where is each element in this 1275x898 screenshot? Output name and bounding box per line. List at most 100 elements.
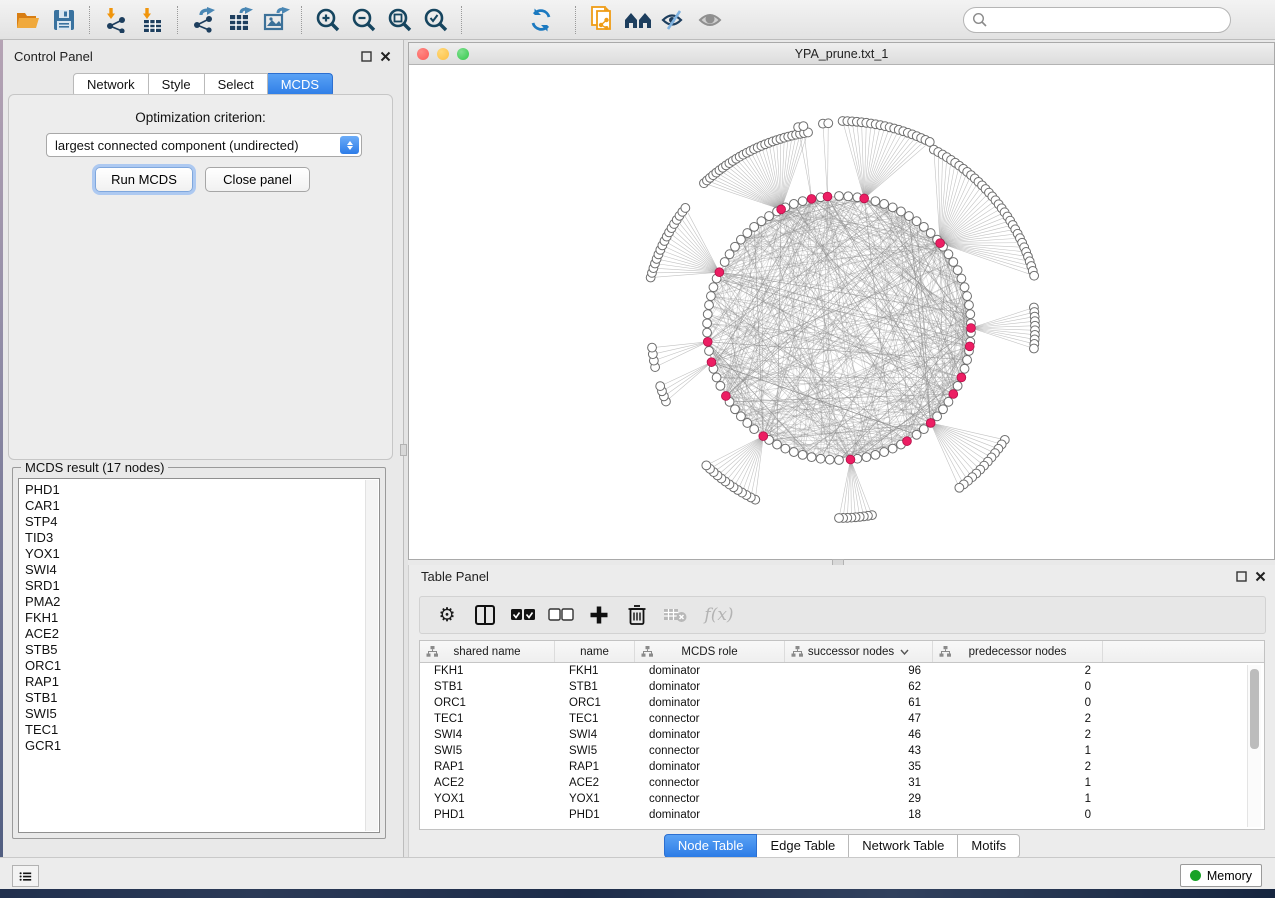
tab-edge-table[interactable]: Edge Table xyxy=(757,834,849,858)
create-column-button[interactable] xyxy=(584,600,614,630)
mcds-result-item[interactable]: YOX1 xyxy=(25,546,379,562)
export-table-icon xyxy=(227,7,254,33)
tab-node-table[interactable]: Node Table xyxy=(664,834,758,858)
table-cell: RAP1 xyxy=(420,759,555,775)
mcds-result-item[interactable]: RAP1 xyxy=(25,674,379,690)
mcds-result-item[interactable]: ACE2 xyxy=(25,626,379,642)
mcds-result-item[interactable]: FKH1 xyxy=(25,610,379,626)
float-panel-button[interactable] xyxy=(360,50,373,63)
table-cell: SWI4 xyxy=(420,727,555,743)
export-table-button[interactable] xyxy=(222,3,258,37)
refresh-icon xyxy=(528,7,554,33)
mcds-list-scrollbar[interactable] xyxy=(365,480,378,831)
zoom-fit-button[interactable] xyxy=(382,3,418,37)
table-cell xyxy=(1103,807,1264,823)
network-canvas[interactable] xyxy=(409,65,1274,559)
mcds-result-item[interactable]: SWI5 xyxy=(25,706,379,722)
tab-motifs[interactable]: Motifs xyxy=(958,834,1020,858)
table-cell: 31 xyxy=(785,775,933,791)
network-from-selection-button[interactable] xyxy=(584,3,620,37)
mcds-result-item[interactable]: GCR1 xyxy=(25,738,379,754)
delete-table-button[interactable] xyxy=(660,600,690,630)
zoom-selected-button[interactable] xyxy=(418,3,454,37)
hide-selected-button[interactable] xyxy=(656,3,692,37)
mcds-result-item[interactable]: SRD1 xyxy=(25,578,379,594)
apply-layout-button[interactable] xyxy=(523,3,559,37)
mcds-result-item[interactable]: SWI4 xyxy=(25,562,379,578)
table-cell: 0 xyxy=(933,695,1103,711)
table-settings-button[interactable]: ⚙ xyxy=(432,600,462,630)
export-image-button[interactable] xyxy=(258,3,294,37)
table-row[interactable]: YOX1YOX1connector291 xyxy=(420,791,1264,807)
network-window-titlebar[interactable]: YPA_prune.txt_1 xyxy=(409,43,1274,65)
table-cell: connector xyxy=(635,791,785,807)
mcds-result-item[interactable]: STP4 xyxy=(25,514,379,530)
select-all-columns-button[interactable] xyxy=(508,600,538,630)
folder-open-icon xyxy=(15,8,41,32)
criterion-dropdown[interactable]: largest connected component (undirected) xyxy=(46,133,362,157)
run-mcds-button[interactable]: Run MCDS xyxy=(95,167,193,192)
memory-button[interactable]: Memory xyxy=(1180,864,1262,887)
tab-network-table[interactable]: Network Table xyxy=(849,834,958,858)
table-cell: 1 xyxy=(933,791,1103,807)
vertical-splitter-handle[interactable] xyxy=(400,444,407,456)
mcds-result-item[interactable]: PMA2 xyxy=(25,594,379,610)
table-row[interactable]: ACE2ACE2connector311 xyxy=(420,775,1264,791)
table-scrollbar[interactable] xyxy=(1247,665,1261,827)
column-type-icon xyxy=(939,645,952,658)
column-header-shared-name[interactable]: shared name xyxy=(420,641,555,662)
show-columns-button[interactable] xyxy=(470,600,500,630)
search-input[interactable] xyxy=(963,7,1231,33)
table-cell: dominator xyxy=(635,663,785,679)
table-row[interactable]: PHD1PHD1dominator180 xyxy=(420,807,1264,823)
import-network-button[interactable] xyxy=(98,3,134,37)
export-network-button[interactable] xyxy=(186,3,222,37)
mcds-result-item[interactable]: TEC1 xyxy=(25,722,379,738)
delete-table-icon xyxy=(663,606,687,624)
eye-icon xyxy=(697,8,723,32)
table-cell: PHD1 xyxy=(420,807,555,823)
table-row[interactable]: SWI5SWI5connector431 xyxy=(420,743,1264,759)
show-all-button[interactable] xyxy=(692,3,728,37)
mcds-panel-body: Optimization criterion: largest connecte… xyxy=(8,94,393,460)
table-scrollbar-thumb[interactable] xyxy=(1250,669,1259,749)
close-table-panel-button[interactable] xyxy=(1254,570,1267,583)
mcds-result-item[interactable]: TID3 xyxy=(25,530,379,546)
list-icon xyxy=(19,870,32,883)
column-header-predecessor-nodes[interactable]: predecessor nodes xyxy=(933,641,1103,662)
close-panel-x-button[interactable] xyxy=(379,50,392,63)
delete-column-button[interactable] xyxy=(622,600,652,630)
mcds-result-item[interactable]: STB1 xyxy=(25,690,379,706)
column-header-mcds-role[interactable]: MCDS role xyxy=(635,641,785,662)
open-file-button[interactable] xyxy=(10,3,46,37)
function-builder-button[interactable]: f(x) xyxy=(698,600,740,630)
table-row[interactable]: FKH1FKH1dominator962 xyxy=(420,663,1264,679)
table-row[interactable]: STB1STB1dominator620 xyxy=(420,679,1264,695)
mcds-result-item[interactable]: ORC1 xyxy=(25,658,379,674)
table-row[interactable]: TEC1TEC1connector472 xyxy=(420,711,1264,727)
close-panel-button[interactable]: Close panel xyxy=(205,167,310,192)
gear-icon: ⚙ xyxy=(438,606,455,625)
import-table-button[interactable] xyxy=(134,3,170,37)
deselect-all-columns-button[interactable] xyxy=(546,600,576,630)
table-row[interactable]: SWI4SWI4dominator462 xyxy=(420,727,1264,743)
show-panels-list-button[interactable] xyxy=(12,865,39,887)
mcds-result-item[interactable]: CAR1 xyxy=(25,498,379,514)
column-header-name[interactable]: name xyxy=(555,641,635,662)
table-cell: PHD1 xyxy=(555,807,635,823)
table-cell: STB1 xyxy=(555,679,635,695)
save-session-button[interactable] xyxy=(46,3,82,37)
float-table-panel-button[interactable] xyxy=(1235,570,1248,583)
mcds-result-item[interactable]: STB5 xyxy=(25,642,379,658)
zoom-in-button[interactable] xyxy=(310,3,346,37)
column-header-successor-nodes[interactable]: successor nodes xyxy=(785,641,933,662)
first-neighbors-button[interactable] xyxy=(620,3,656,37)
table-row[interactable]: RAP1RAP1dominator352 xyxy=(420,759,1264,775)
first-neighbors-icon xyxy=(623,8,653,32)
mcds-result-item[interactable]: PHD1 xyxy=(25,482,379,498)
zoom-out-button[interactable] xyxy=(346,3,382,37)
table-cell: FKH1 xyxy=(555,663,635,679)
table-row[interactable]: ORC1ORC1dominator610 xyxy=(420,695,1264,711)
table-cell xyxy=(1103,695,1264,711)
table-cell: 1 xyxy=(933,743,1103,759)
